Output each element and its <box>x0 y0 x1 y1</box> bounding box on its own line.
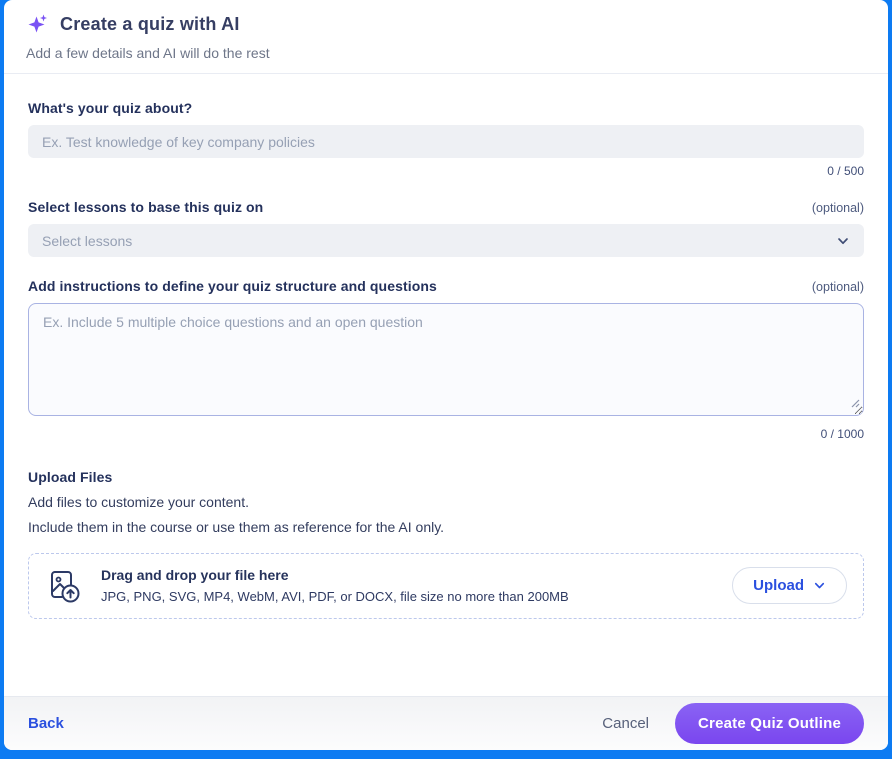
image-upload-icon <box>45 566 85 606</box>
quiz-about-counter: 0 / 500 <box>827 164 864 178</box>
instructions-field: Add instructions to define your quiz str… <box>28 278 864 441</box>
upload-files-section: Upload Files Add files to customize your… <box>28 469 864 619</box>
upload-chevron-down-icon <box>813 579 826 592</box>
cancel-button[interactable]: Cancel <box>602 715 649 732</box>
instructions-counter: 0 / 1000 <box>820 427 864 441</box>
select-lessons-placeholder: Select lessons <box>42 232 133 249</box>
instructions-label: Add instructions to define your quiz str… <box>28 278 437 294</box>
upload-button-label: Upload <box>753 577 804 595</box>
select-lessons-optional-tag: (optional) <box>811 201 864 215</box>
upload-description-line1: Add files to customize your content. <box>28 494 249 510</box>
create-quiz-modal: Create a quiz with AI Add a few details … <box>4 0 888 750</box>
dropzone-hint: JPG, PNG, SVG, MP4, WebM, AVI, PDF, or D… <box>101 589 569 605</box>
select-lessons-field: Select lessons to base this quiz on (opt… <box>28 199 864 257</box>
select-lessons-label: Select lessons to base this quiz on <box>28 199 264 215</box>
quiz-about-label: What's your quiz about? <box>28 100 193 116</box>
instructions-optional-tag: (optional) <box>811 280 864 294</box>
upload-button[interactable]: Upload <box>732 567 847 605</box>
create-quiz-outline-button[interactable]: Create Quiz Outline <box>675 703 864 744</box>
modal-header: Create a quiz with AI Add a few details … <box>4 0 888 74</box>
page-subtitle: Add a few details and AI will do the res… <box>26 45 270 61</box>
page-title: Create a quiz with AI <box>60 13 240 34</box>
file-dropzone[interactable]: Drag and drop your file here JPG, PNG, S… <box>28 552 864 619</box>
screen-frame: Create a quiz with AI Add a few details … <box>0 0 892 759</box>
upload-description-line2: Include them in the course or use them a… <box>28 519 445 536</box>
instructions-textarea[interactable] <box>28 303 864 416</box>
ai-sparkle-icon <box>26 12 50 36</box>
modal-footer: Back Cancel Create Quiz Outline <box>4 696 888 750</box>
form-body: What's your quiz about? 0 / 500 Select l… <box>4 74 888 696</box>
back-link[interactable]: Back <box>28 715 64 732</box>
select-lessons-dropdown[interactable]: Select lessons <box>28 224 864 257</box>
quiz-about-field: What's your quiz about? 0 / 500 <box>28 100 864 178</box>
quiz-about-input[interactable] <box>28 125 864 158</box>
upload-files-heading: Upload Files <box>28 469 113 485</box>
dropzone-title: Drag and drop your file here <box>101 567 289 584</box>
chevron-down-icon <box>836 234 850 248</box>
